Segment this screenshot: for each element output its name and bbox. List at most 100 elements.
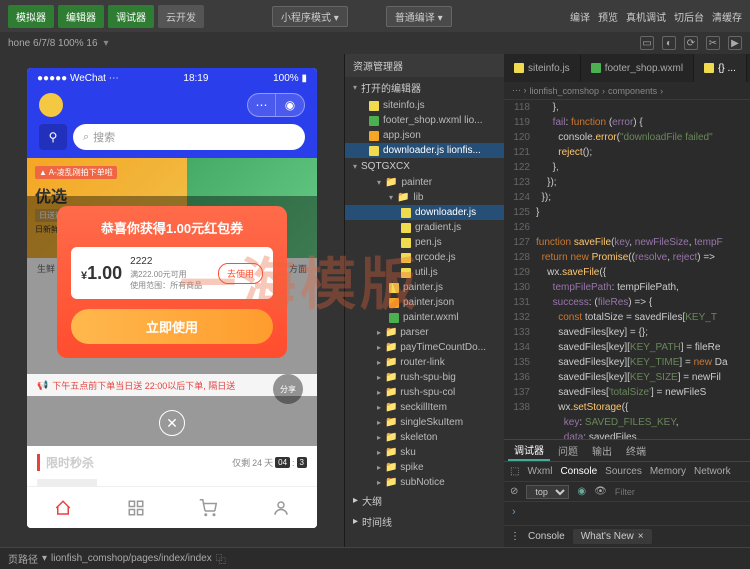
tab-home[interactable] — [27, 487, 100, 528]
code-area[interactable]: 118 119 120 121 122 123 124 125 126 127 … — [504, 100, 750, 439]
capsule-more-icon[interactable]: ⋯ — [248, 94, 276, 116]
background-action[interactable]: 切后台 — [674, 9, 704, 24]
coupon-title: 恭喜你获得1.00元红包券 — [71, 218, 273, 237]
editor-tab[interactable]: footer_shop.wxml — [581, 54, 694, 82]
folder-item[interactable]: ▸📁 seckillItem — [345, 400, 504, 415]
preview-action[interactable]: 预览 — [598, 9, 618, 24]
drawer-toggle-icon[interactable]: ⋮ — [510, 531, 520, 542]
device-icon-5[interactable]: ▶ — [728, 36, 742, 50]
compile-dropdown[interactable]: 普通编译 ▾ — [386, 6, 452, 27]
folder-item[interactable]: ▸📁 rush-spu-big — [345, 370, 504, 385]
file-item[interactable]: qrcode.js — [345, 250, 504, 265]
folder-lib[interactable]: ▾📁 lib — [345, 190, 504, 205]
devtools-subtab-console[interactable]: Console — [560, 466, 597, 477]
modal-close-button[interactable]: ✕ — [159, 410, 185, 436]
project-root[interactable]: ▾SQTGXCX — [345, 158, 504, 175]
open-file-item[interactable]: siteinfo.js — [345, 98, 504, 113]
devtools-sub-tabs: ⬚ Wxml Console Sources Memory Network — [504, 462, 750, 482]
mode-dropdown[interactable]: 小程序模式 ▾ — [272, 6, 348, 27]
page-path-bar: 页路径 ▾ lionfish_comshop/pages/index/index… — [0, 547, 750, 569]
folder-painter[interactable]: ▾📁 painter — [345, 175, 504, 190]
simulator-button[interactable]: 模拟器 — [8, 5, 54, 28]
file-item[interactable]: painter.wxml — [345, 310, 504, 325]
devtools-tab-problems[interactable]: 问题 — [552, 441, 584, 460]
eye-icon[interactable]: 👁 — [594, 486, 607, 497]
editor-tab[interactable]: siteinfo.js — [504, 54, 581, 82]
seckill-title: 限时秒杀 — [37, 454, 94, 471]
coupon-get-button[interactable]: 去使用 — [218, 263, 263, 284]
open-file-item[interactable]: footer_shop.wxml lio... — [345, 113, 504, 128]
search-icon: ⌕ — [83, 131, 89, 144]
tab-category[interactable] — [100, 487, 173, 528]
open-file-item[interactable]: downloader.js lionfis... — [345, 143, 504, 158]
file-item[interactable]: painter.json — [345, 295, 504, 310]
outline-section[interactable]: ▸ 大纲 — [345, 490, 504, 511]
coupon-use-button[interactable]: 立即使用 — [71, 309, 273, 344]
timeline-section[interactable]: ▸ 时间线 — [345, 511, 504, 532]
inspect-icon[interactable]: ⬚ — [510, 466, 519, 477]
file-item[interactable]: util.js — [345, 265, 504, 280]
folder-item[interactable]: ▸📁 rush-spu-col — [345, 385, 504, 400]
file-item[interactable]: downloader.js — [345, 205, 504, 220]
file-item[interactable]: gradient.js — [345, 220, 504, 235]
editor-tab-active[interactable]: {} ... — [694, 54, 747, 82]
phone-status-bar: ●●●●● WeChat ⋯ 18:19 100% ▮ — [27, 68, 317, 88]
remote-debug-action[interactable]: 真机调试 — [626, 9, 666, 24]
modal-overlay: 恭喜你获得1.00元红包券 ¥1.00 2222 满222.00元可用 使用范围… — [27, 196, 317, 528]
search-input[interactable]: ⌕ 搜索 — [73, 124, 305, 150]
drawer-console-tab[interactable]: Console — [528, 531, 565, 542]
folder-item[interactable]: ▸📁 subNotice — [345, 475, 504, 490]
folder-item[interactable]: ▸📁 singleSkuItem — [345, 415, 504, 430]
clear-cache-action[interactable]: 清缓存 — [712, 9, 742, 24]
device-bar: hone 6/7/8 100% 16▾ ▭ ◐ ⟳ ✂ ▶ — [0, 32, 750, 54]
device-icon-4[interactable]: ✂ — [706, 36, 720, 50]
devtools-tab-terminal[interactable]: 终端 — [620, 441, 652, 460]
folder-item[interactable]: ▸📁 skeleton — [345, 430, 504, 445]
drawer-whatsnew-tab[interactable]: What's New × — [573, 529, 652, 544]
devtools-subtab-memory[interactable]: Memory — [650, 466, 686, 477]
cloud-dev-button[interactable]: 云开发 — [158, 5, 204, 28]
open-editors-section[interactable]: ▾打开的编辑器 — [345, 77, 504, 98]
context-selector[interactable]: top — [526, 485, 569, 499]
share-button[interactable]: 分享 — [273, 374, 303, 404]
devtools-subtab-wxml[interactable]: Wxml — [527, 466, 552, 477]
device-icon-2[interactable]: ◐ — [662, 36, 676, 50]
location-button[interactable]: ⚲ — [39, 124, 67, 150]
breadcrumb[interactable]: ⋯ › lionfish_comshop › components › — [504, 82, 750, 100]
editor-button[interactable]: 编辑器 — [58, 5, 104, 28]
simulator-panel: ●●●●● WeChat ⋯ 18:19 100% ▮ ⋯ ◉ ⚲ ⌕ 搜索 — [0, 54, 344, 547]
editor-tab-strip: siteinfo.js footer_shop.wxml {} ... — [504, 54, 750, 82]
devtools-subtab-network[interactable]: Network — [694, 466, 731, 477]
folder-item[interactable]: ▸📁 router-link — [345, 355, 504, 370]
close-icon[interactable]: × — [638, 531, 644, 542]
clear-console-icon[interactable]: ⊘ — [510, 486, 518, 497]
filter-input[interactable] — [615, 487, 732, 497]
console-output[interactable]: › — [504, 502, 750, 525]
file-item[interactable]: painter.js — [345, 280, 504, 295]
coupon-modal: 恭喜你获得1.00元红包券 ¥1.00 2222 满222.00元可用 使用范围… — [57, 206, 287, 358]
devtools-tab-debugger[interactable]: 调试器 — [508, 440, 550, 461]
battery-label: 100% ▮ — [273, 73, 307, 84]
folder-item[interactable]: ▸📁 payTimeCountDo... — [345, 340, 504, 355]
device-label[interactable]: hone 6/7/8 100% 16 — [8, 38, 98, 49]
carrier-label: ●●●●● WeChat ⋯ — [37, 73, 119, 84]
debugger-button[interactable]: 调试器 — [108, 5, 154, 28]
folder-item[interactable]: ▸📁 sku — [345, 445, 504, 460]
capsule-button[interactable]: ⋯ ◉ — [247, 93, 305, 117]
tab-profile[interactable] — [245, 487, 318, 528]
coupon-amount: ¥1.00 — [81, 263, 122, 284]
file-explorer: 资源管理器 ▾打开的编辑器 siteinfo.jsfooter_shop.wxm… — [344, 54, 504, 547]
compile-action[interactable]: 编译 — [570, 9, 590, 24]
tab-cart[interactable] — [172, 487, 245, 528]
folder-item[interactable]: ▸📁 parser — [345, 325, 504, 340]
copy-icon[interactable]: ⿻ — [216, 551, 226, 566]
device-icon-1[interactable]: ▭ — [640, 36, 654, 50]
device-icon-3[interactable]: ⟳ — [684, 36, 698, 50]
devtools-subtab-sources[interactable]: Sources — [605, 466, 642, 477]
open-file-item[interactable]: app.json — [345, 128, 504, 143]
folder-item[interactable]: ▸📁 spike — [345, 460, 504, 475]
file-item[interactable]: pen.js — [345, 235, 504, 250]
devtools-tab-output[interactable]: 输出 — [586, 441, 618, 460]
path-value[interactable]: lionfish_comshop/pages/index/index — [51, 553, 212, 564]
capsule-close-icon[interactable]: ◉ — [276, 94, 304, 116]
